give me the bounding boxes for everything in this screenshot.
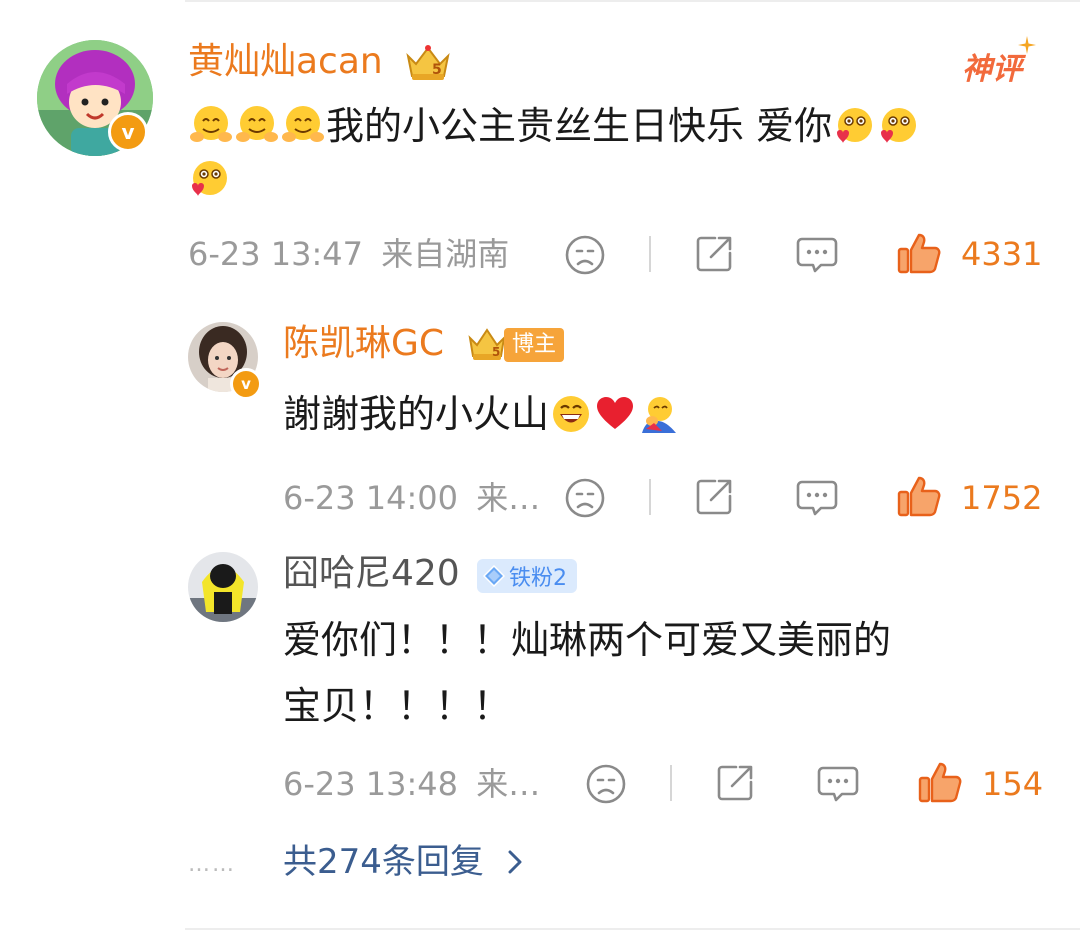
sad-face-icon[interactable]: [564, 234, 606, 276]
sad-face-icon[interactable]: [585, 763, 627, 805]
hug-emoji-icon: [281, 103, 325, 164]
thumbs-up-icon[interactable]: [917, 759, 963, 805]
fan-badge: 铁粉2: [477, 559, 577, 593]
repost-icon[interactable]: [693, 233, 735, 275]
thumbs-up-icon[interactable]: [896, 230, 942, 276]
commenter-name[interactable]: 陈凯琳GC: [283, 322, 444, 366]
comment-text-body: 我的小公主贵丝生日快乐 爱你: [326, 104, 833, 148]
more-replies-label: 共274条回复: [283, 842, 484, 882]
separator: [649, 236, 651, 272]
comment-time: 6-23 14:00: [283, 479, 459, 517]
comment-meta: 6-23 13:47 来自湖南: [188, 234, 509, 274]
comment-time: 6-23 13:48: [283, 765, 459, 803]
crown-icon: 5: [466, 324, 508, 364]
comment-text: 爱你们！！！灿琳两个可爱又美丽的 宝贝！！！！: [283, 610, 891, 736]
verified-icon: v: [108, 112, 148, 152]
comment-1: v 黄灿灿acan 5 神评 我的小公主贵丝生日快乐 爱你 6-23 13:47…: [0, 0, 1080, 300]
comment-location: 来…: [476, 765, 541, 803]
comment-text: 我的小公主贵丝生日快乐 爱你: [188, 96, 920, 164]
sad-face-icon[interactable]: [564, 477, 606, 519]
commenter-name[interactable]: 黄灿灿acan: [188, 40, 383, 84]
avatar-image: [188, 552, 258, 622]
crown-icon: 5: [402, 40, 454, 84]
hug-emoji-icon: [189, 103, 233, 164]
diamond-icon: [483, 565, 505, 587]
laugh-emoji-icon: [550, 392, 592, 452]
crown-level: 5: [432, 62, 442, 78]
repost-icon[interactable]: [693, 476, 735, 518]
hug-person-emoji-icon: [638, 392, 680, 452]
comment-3: 囧哈尼420 铁粉2 爱你们！！！灿琳两个可爱又美丽的 宝贝！！！！ 6-23 …: [0, 540, 1080, 830]
comment-icon[interactable]: [816, 763, 860, 805]
verified-icon: v: [230, 368, 262, 400]
like-count: 4331: [961, 235, 1043, 273]
comment-location: 来…: [476, 479, 541, 517]
separator: [649, 479, 651, 515]
hug-emoji-icon: [235, 103, 279, 164]
more-replies-dots: ……: [188, 852, 236, 877]
heart-kiss-emoji-icon: [877, 104, 919, 164]
comment-text-body: 謝謝我的小火山: [283, 392, 550, 436]
sparkle-icon: [1018, 36, 1036, 54]
repost-icon[interactable]: [714, 762, 756, 804]
blogger-badge: 博主: [504, 328, 565, 362]
comment-icon[interactable]: [795, 477, 839, 519]
avatar[interactable]: [188, 552, 258, 622]
heart-kiss-emoji-icon: [833, 104, 875, 164]
fan-badge-label: 铁粉2: [509, 566, 567, 591]
comment-meta: 6-23 13:48 来…: [283, 764, 540, 804]
comment-text-line: 宝贝！！！！: [283, 684, 512, 728]
comment-text: 謝謝我的小火山: [283, 384, 681, 452]
like-count: 1752: [961, 479, 1043, 517]
god-comment-tag: 神评: [962, 52, 1022, 87]
comment-location: 来自湖南: [381, 235, 510, 273]
comment-icon[interactable]: [795, 234, 839, 276]
comment-meta: 6-23 14:00 来…: [283, 478, 540, 518]
like-count: 154: [982, 765, 1044, 803]
more-replies-link[interactable]: 共274条回复: [283, 842, 525, 882]
chevron-right-icon: [508, 850, 522, 874]
separator: [670, 765, 672, 801]
thumbs-up-icon[interactable]: [896, 473, 942, 519]
bottom-divider: [185, 928, 1080, 930]
red-heart-icon: [594, 392, 636, 452]
commenter-name[interactable]: 囧哈尼420: [283, 552, 460, 596]
heart-kiss-emoji-icon: [188, 158, 230, 204]
crown-level: 5: [492, 345, 500, 359]
comment-text-line: 爱你们！！！灿琳两个可爱又美丽的: [283, 618, 892, 662]
comment-2: v 陈凯琳GC 5 博主 謝謝我的小火山 6-23 14:00 来… 1752: [0, 300, 1080, 540]
comment-time: 6-23 13:47: [188, 235, 364, 273]
